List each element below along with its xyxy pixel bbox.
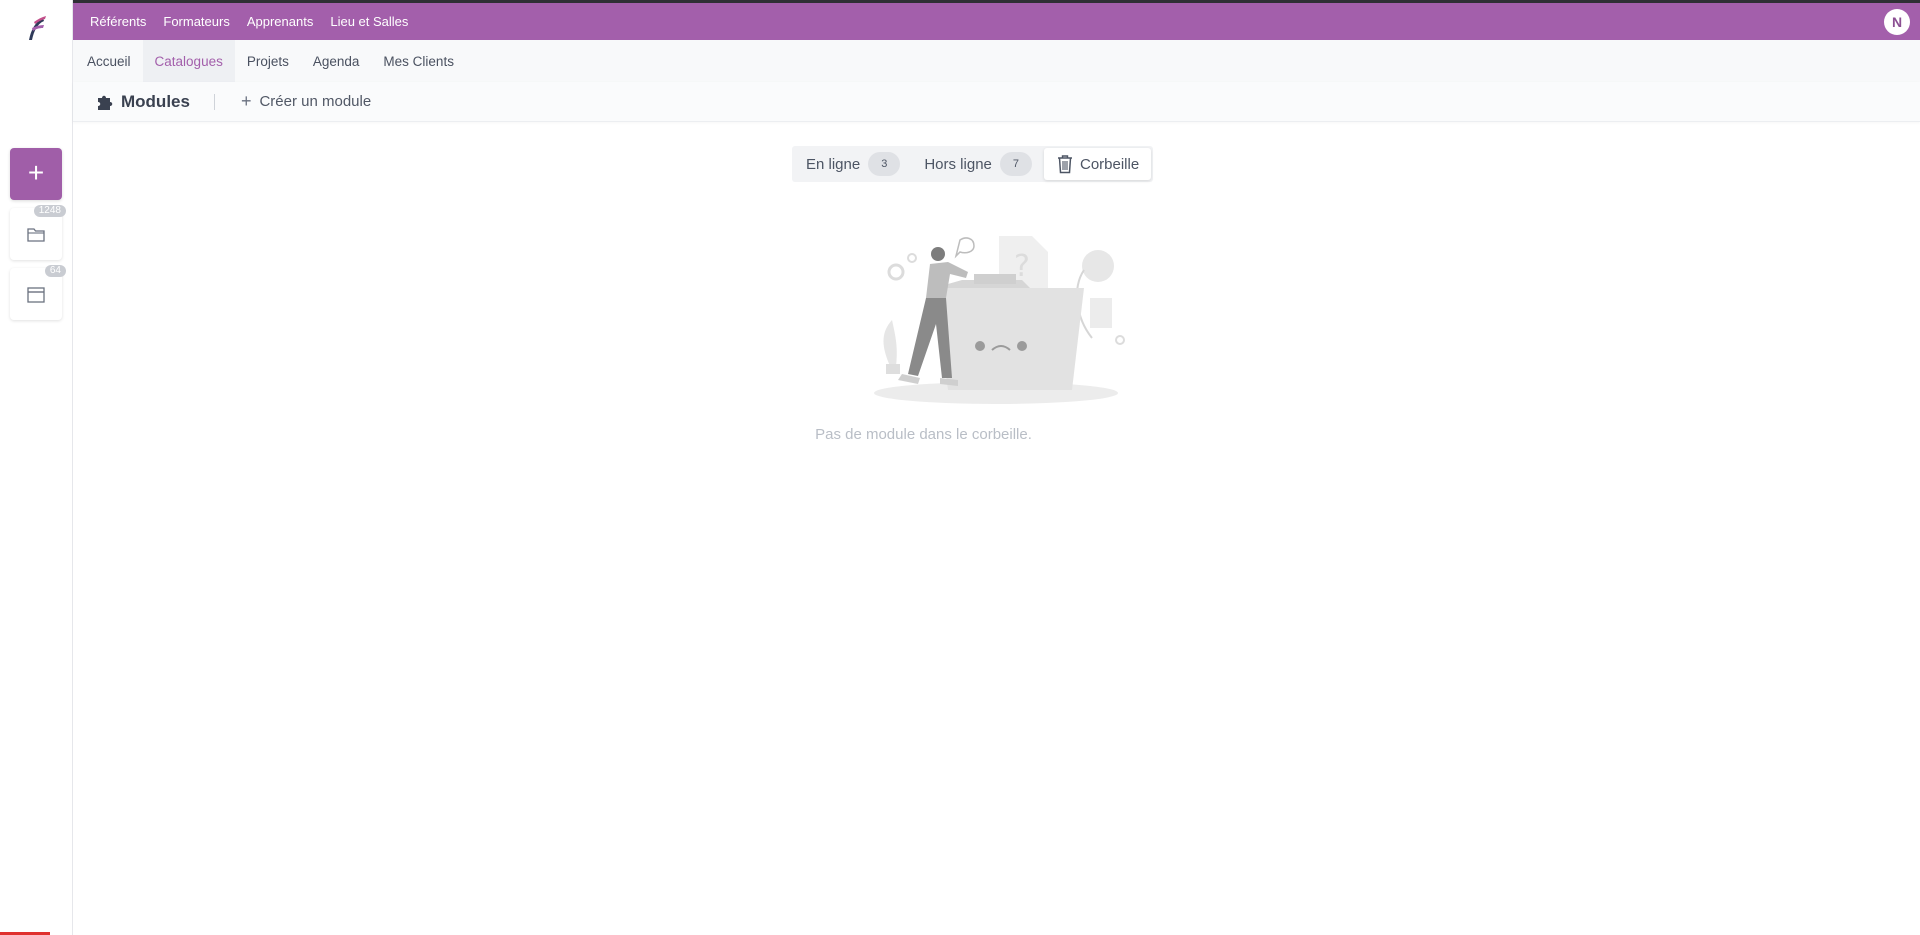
page-header: Modules + Créer un module: [73, 82, 1920, 122]
subnav-accueil[interactable]: Accueil: [73, 40, 143, 82]
empty-state-message: Pas de module dans le corbeille.: [815, 426, 1032, 443]
calendar-icon: [27, 286, 45, 303]
subnav-mes-clients[interactable]: Mes Clients: [371, 40, 466, 82]
folders-button[interactable]: 1248: [10, 205, 66, 260]
subnav-agenda[interactable]: Agenda: [301, 40, 372, 82]
folder-count-badge: 1248: [33, 205, 66, 217]
tab-hors-ligne[interactable]: Hors ligne 7: [912, 148, 1044, 180]
top-nav-formateurs[interactable]: Formateurs: [163, 14, 229, 29]
calendar-button[interactable]: 64: [10, 265, 66, 320]
page-title: Modules: [121, 91, 190, 111]
top-nav-lieu-salles[interactable]: Lieu et Salles: [330, 14, 408, 29]
svg-text:?: ?: [1014, 249, 1030, 284]
secondary-nav: Accueil Catalogues Projets Agenda Mes Cl…: [73, 40, 1920, 82]
tab-en-ligne-count: 3: [868, 152, 901, 176]
puzzle-icon: [98, 95, 113, 110]
user-avatar[interactable]: N: [1884, 9, 1910, 35]
app-logo[interactable]: [25, 14, 47, 44]
tab-corbeille-label: Corbeille: [1080, 155, 1140, 173]
tab-hors-ligne-label: Hors ligne: [924, 155, 992, 173]
tab-en-ligne[interactable]: En ligne 3: [794, 148, 912, 180]
status-tabs: En ligne 3 Hors ligne 7 Corbeille: [792, 146, 1154, 182]
plus-icon: +: [240, 91, 252, 111]
create-module-label: Créer un module: [259, 93, 372, 110]
tab-hors-ligne-count: 7: [999, 152, 1032, 176]
create-module-button[interactable]: + Créer un module: [241, 91, 371, 112]
empty-folder-illustration: ?: [874, 236, 1125, 404]
trash-icon: [1058, 155, 1072, 174]
header-divider: [213, 93, 215, 110]
empty-state-message-row: Pas de module dans le corbeille.: [0, 426, 1920, 443]
calendar-count-badge: 64: [44, 265, 66, 277]
top-nav-apprenants[interactable]: Apprenants: [247, 14, 314, 29]
folder-icon: [27, 227, 45, 242]
subnav-catalogues[interactable]: Catalogues: [142, 40, 235, 82]
tab-en-ligne-label: En ligne: [806, 155, 861, 173]
left-rail: + 1248 64: [0, 0, 73, 935]
top-nav-referents[interactable]: Référents: [90, 14, 146, 29]
quick-add-button[interactable]: +: [10, 148, 62, 200]
top-nav-bar: Référents Formateurs Apprenants Lieu et …: [73, 3, 1920, 40]
tab-corbeille[interactable]: Corbeille: [1044, 148, 1152, 180]
subnav-projets[interactable]: Projets: [235, 40, 301, 82]
